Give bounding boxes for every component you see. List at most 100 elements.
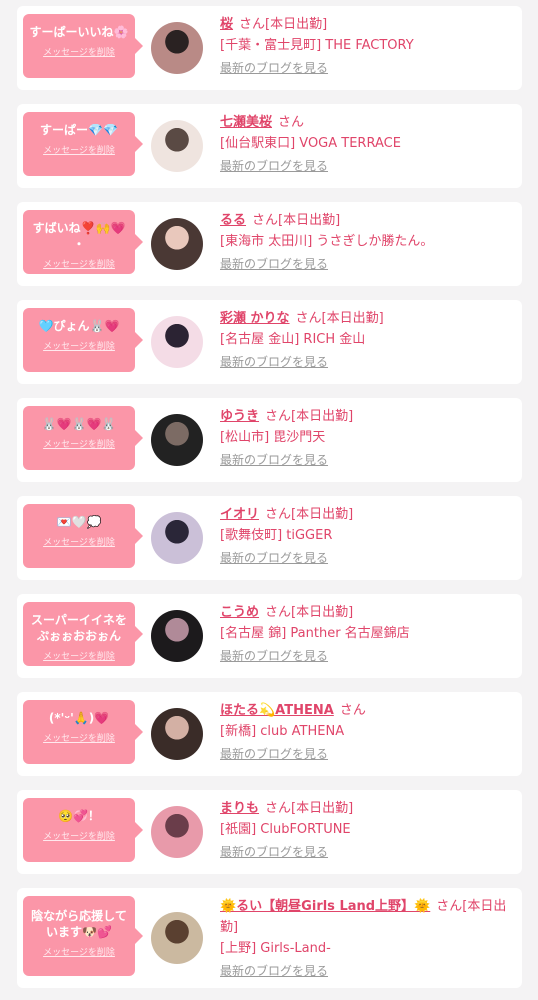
sender-info: 七瀬美桜 さん [仙台駅東口] VOGA TERRACE 最新のブログを見る: [220, 112, 516, 177]
latest-blog-link[interactable]: 最新のブログを見る: [220, 156, 328, 177]
delete-message-link[interactable]: メッセージを削除: [43, 731, 115, 744]
message-bubble: スーパーイイネを ぷぉぉおおぉん メッセージを削除: [23, 602, 143, 666]
status-label: [本日出勤]: [291, 605, 354, 620]
sender-info: ゆうき さん[本日出勤] [松山市] 毘沙門天 最新のブログを見る: [220, 406, 516, 471]
shop-label: [上野] Girls-Land-: [220, 941, 331, 956]
delete-message-link[interactable]: メッセージを削除: [43, 257, 115, 270]
honorific: さん: [239, 17, 266, 32]
sender-name-link[interactable]: イオリ: [220, 507, 259, 522]
sender-name-link[interactable]: 七瀬美桜: [220, 115, 272, 130]
shop-label: [祇園] ClubFORTUNE: [220, 822, 351, 837]
message-list: すーぱーいいね🌸 メッセージを削除 桜さん[本日出勤] [千葉・富士見町] TH…: [0, 0, 538, 988]
status-label: [本日出勤]: [291, 801, 354, 816]
message-card: すーぱーいいね🌸 メッセージを削除 桜さん[本日出勤] [千葉・富士見町] TH…: [17, 6, 522, 90]
status-label: [本日出勤]: [265, 17, 328, 32]
status-label: [本日出勤]: [278, 213, 341, 228]
status-label: [本日出勤]: [291, 409, 354, 424]
message-bubble: 🩵ぴょん🐰💗 メッセージを削除: [23, 308, 143, 372]
avatar[interactable]: [151, 22, 203, 74]
avatar[interactable]: [151, 912, 203, 964]
latest-blog-link[interactable]: 最新のブログを見る: [220, 744, 328, 765]
sender-name-link[interactable]: るる: [220, 213, 246, 228]
shop-label: [名古屋 金山] RICH 金山: [220, 332, 366, 347]
sender-name-link[interactable]: ゆうき: [220, 409, 259, 424]
latest-blog-link[interactable]: 最新のブログを見る: [220, 548, 328, 569]
sender-info: イオリ さん[本日出勤] [歌舞伎町] tiGGER 最新のブログを見る: [220, 504, 516, 569]
latest-blog-link[interactable]: 最新のブログを見る: [220, 646, 328, 667]
message-bubble: (*'ᵕ'🙏)💗 メッセージを削除: [23, 700, 143, 764]
sender-info: 桜さん[本日出勤] [千葉・富士見町] THE FACTORY 最新のブログを見…: [220, 14, 516, 79]
avatar[interactable]: [151, 512, 203, 564]
sender-name-link[interactable]: 彩瀬 かりな: [220, 311, 290, 326]
latest-blog-link[interactable]: 最新のブログを見る: [220, 842, 328, 863]
delete-message-link[interactable]: メッセージを削除: [43, 45, 115, 58]
latest-blog-link[interactable]: 最新のブログを見る: [220, 58, 328, 79]
shop-label: [東海市 太田川] うさぎしか勝たん。: [220, 234, 434, 249]
sender-name-link[interactable]: まりも: [220, 801, 259, 816]
sender-info: ほたる💫ATHENA さん [新橋] club ATHENA 最新のブログを見る: [220, 700, 516, 765]
shop-label: [松山市] 毘沙門天: [220, 430, 326, 445]
delete-message-link[interactable]: メッセージを削除: [43, 649, 115, 662]
delete-message-link[interactable]: メッセージを削除: [43, 143, 115, 156]
delete-message-link[interactable]: メッセージを削除: [43, 535, 115, 548]
shop-label: [名古屋 錦] Panther 名古屋錦店: [220, 626, 410, 641]
honorific: さん: [295, 311, 322, 326]
sender-name-link[interactable]: こうめ: [220, 605, 259, 620]
honorific: さん: [436, 899, 463, 914]
status-label: [本日出勤]: [291, 507, 354, 522]
delete-message-link[interactable]: メッセージを削除: [43, 437, 115, 450]
message-card: すばいね❣️🙌💗 ・ メッセージを削除 るる さん[本日出勤] [東海市 太田川]…: [17, 202, 522, 286]
latest-blog-link[interactable]: 最新のブログを見る: [220, 254, 328, 275]
message-text: 🩵ぴょん🐰💗: [38, 319, 120, 333]
message-bubble: 🥺💞！ メッセージを削除: [23, 798, 143, 862]
shop-label: [新橋] club ATHENA: [220, 724, 345, 739]
message-text: 🐰💗🐰💗🐰: [41, 417, 117, 431]
message-card: すーぱー💎💎 メッセージを削除 七瀬美桜 さん [仙台駅東口] VOGA TERR…: [17, 104, 522, 188]
message-card: スーパーイイネを ぷぉぉおおぉん メッセージを削除 こうめ さん[本日出勤] [名…: [17, 594, 522, 678]
message-card: 🐰💗🐰💗🐰 メッセージを削除 ゆうき さん[本日出勤] [松山市] 毘沙門天 最新…: [17, 398, 522, 482]
message-card: 💌🤍💭 メッセージを削除 イオリ さん[本日出勤] [歌舞伎町] tiGGER 最…: [17, 496, 522, 580]
shop-label: [千葉・富士見町] THE FACTORY: [220, 38, 414, 53]
message-card: 陰ながら応援して います🐶💕 メッセージを削除 🌞るい【朝昼Girls Land…: [17, 888, 522, 988]
honorific: さん: [339, 703, 366, 718]
shop-label: [仙台駅東口] VOGA TERRACE: [220, 136, 401, 151]
avatar[interactable]: [151, 610, 203, 662]
message-card: 🩵ぴょん🐰💗 メッセージを削除 彩瀬 かりな さん[本日出勤] [名古屋 金山] …: [17, 300, 522, 384]
message-bubble: すーぱー💎💎 メッセージを削除: [23, 112, 143, 176]
honorific: さん: [278, 115, 305, 130]
avatar[interactable]: [151, 316, 203, 368]
sender-name-link[interactable]: 桜: [220, 17, 233, 32]
message-text: 💌🤍💭: [56, 515, 102, 529]
message-card: 🥺💞！ メッセージを削除 まりも さん[本日出勤] [祇園] ClubFORTUN…: [17, 790, 522, 874]
honorific: さん: [252, 213, 279, 228]
message-text: すーぱーいいね🌸: [29, 25, 129, 39]
latest-blog-link[interactable]: 最新のブログを見る: [220, 961, 328, 982]
status-label: [本日出勤]: [321, 311, 384, 326]
delete-message-link[interactable]: メッセージを削除: [43, 339, 115, 352]
avatar[interactable]: [151, 120, 203, 172]
latest-blog-link[interactable]: 最新のブログを見る: [220, 450, 328, 471]
delete-message-link[interactable]: メッセージを削除: [43, 829, 115, 842]
message-card: (*'ᵕ'🙏)💗 メッセージを削除 ほたる💫ATHENA さん [新橋] club…: [17, 692, 522, 776]
honorific: さん: [265, 409, 292, 424]
message-text: 陰ながら応援して います🐶💕: [31, 909, 127, 939]
sender-info: まりも さん[本日出勤] [祇園] ClubFORTUNE 最新のブログを見る: [220, 798, 516, 863]
sender-name-link[interactable]: 🌞るい【朝昼Girls Land上野】🌞: [220, 899, 430, 914]
avatar[interactable]: [151, 708, 203, 760]
delete-message-link[interactable]: メッセージを削除: [43, 945, 115, 958]
message-bubble: 🐰💗🐰💗🐰 メッセージを削除: [23, 406, 143, 470]
shop-label: [歌舞伎町] tiGGER: [220, 528, 333, 543]
sender-info: るる さん[本日出勤] [東海市 太田川] うさぎしか勝たん。 最新のブログを見る: [220, 210, 516, 275]
avatar[interactable]: [151, 218, 203, 270]
message-bubble: すばいね❣️🙌💗 ・ メッセージを削除: [23, 210, 143, 274]
sender-name-link[interactable]: ほたる💫ATHENA: [220, 703, 334, 718]
avatar[interactable]: [151, 414, 203, 466]
honorific: さん: [265, 507, 292, 522]
avatar[interactable]: [151, 806, 203, 858]
sender-info: こうめ さん[本日出勤] [名古屋 錦] Panther 名古屋錦店 最新のブログ…: [220, 602, 516, 667]
honorific: さん: [265, 801, 292, 816]
message-text: すばいね❣️🙌💗 ・: [32, 221, 126, 251]
message-text: (*'ᵕ'🙏)💗: [48, 711, 110, 725]
latest-blog-link[interactable]: 最新のブログを見る: [220, 352, 328, 373]
sender-info: 彩瀬 かりな さん[本日出勤] [名古屋 金山] RICH 金山 最新のブログを見…: [220, 308, 516, 373]
